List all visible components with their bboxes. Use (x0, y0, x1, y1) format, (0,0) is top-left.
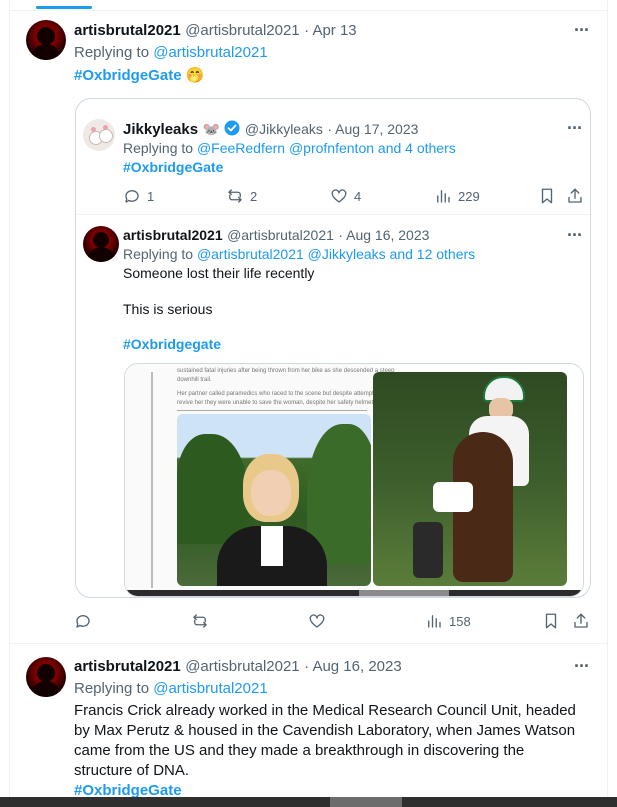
page-scrollbar[interactable] (0, 797, 617, 807)
photo-right[interactable] (373, 372, 567, 586)
tweet-text-line: by Max Perutz & housed in the Cavendish … (74, 722, 576, 739)
thread-line-top (36, 6, 92, 9)
more-icon[interactable]: ··· (574, 656, 590, 677)
timestamp[interactable]: · Apr 13 (304, 22, 357, 39)
like-icon (309, 614, 325, 628)
hashtag-link[interactable]: #OxbridgeGate (74, 67, 182, 84)
reply-icon (125, 190, 139, 203)
replying-prefix: Replying to (123, 246, 194, 262)
verified-icon (224, 120, 240, 141)
views-icon (437, 190, 450, 203)
like-button[interactable]: 4 (330, 187, 361, 205)
views-button[interactable]: 158 (425, 612, 471, 630)
photo-left[interactable]: sustained fatal injuries after being thr… (125, 364, 394, 596)
repost-icon (228, 189, 242, 203)
replying-prefix: Replying to (123, 140, 194, 156)
graduate-photo (177, 414, 371, 586)
emoji: 🤭 (185, 67, 205, 84)
repost-button[interactable] (191, 612, 209, 630)
reply-button[interactable] (74, 612, 92, 630)
avatar[interactable] (26, 20, 66, 60)
handle[interactable]: @Jikkyleaks (245, 121, 323, 137)
image-text: downhill trail. (177, 377, 212, 383)
tweet-text-line: structure of DNA. (74, 762, 190, 779)
bookmark-icon (541, 188, 553, 204)
avatar[interactable] (26, 657, 66, 697)
view-count: 158 (449, 613, 471, 629)
display-name[interactable]: artisbrutal2021 (74, 658, 181, 675)
image-text: revive her they were unable to save the … (177, 400, 375, 406)
reply-icon (76, 615, 90, 628)
bookmark-button[interactable] (538, 187, 556, 205)
like-count: 4 (354, 188, 362, 204)
image-text: sustained fatal injuries after being thr… (177, 368, 395, 374)
hashtag-link[interactable]: #OxbridgeGate (123, 159, 223, 175)
repost-icon (193, 614, 207, 628)
avatar[interactable] (83, 119, 115, 151)
divider (9, 643, 608, 644)
tweet-text-line: Someone lost their life recently (123, 265, 315, 281)
timestamp[interactable]: · Aug 16, 2023 (304, 658, 402, 675)
handle[interactable]: @artisbrutal2021 (185, 22, 299, 39)
display-name[interactable]: Jikkyleaks (123, 121, 198, 138)
replying-to-link[interactable]: @artisbrutal2021 (153, 44, 267, 61)
handle[interactable]: @artisbrutal2021 (185, 658, 299, 675)
divider (76, 214, 590, 215)
views-icon (428, 615, 441, 628)
display-name[interactable]: artisbrutal2021 (123, 227, 223, 243)
hashtag-link[interactable]: #Oxbridgegate (123, 336, 221, 352)
tweet-text-line: Francis Crick already worked in the Medi… (74, 702, 576, 719)
repost-count: 2 (250, 188, 258, 204)
reply-button[interactable]: 1 (123, 187, 154, 205)
bookmark-button[interactable] (542, 612, 560, 630)
more-icon[interactable]: ··· (567, 225, 583, 246)
like-button[interactable] (308, 612, 326, 630)
replying-to-link[interactable]: @FeeRedfern @profnfenton and 4 others (197, 140, 456, 156)
name-emoji: 🐭 (202, 121, 220, 137)
replying-to-link[interactable]: @artisbrutal2021 (153, 680, 267, 697)
replying-to-link[interactable]: @artisbrutal2021 @Jikkyleaks and 12 othe… (197, 246, 475, 262)
more-icon[interactable]: ··· (574, 20, 590, 41)
handle[interactable]: @artisbrutal2021 (227, 227, 334, 243)
quoted-tweet-card[interactable]: Jikkyleaks 🐭 @Jikkyleaks · Aug 17, 2023 … (75, 98, 591, 598)
attached-media[interactable]: sustained fatal injuries after being thr… (124, 363, 584, 597)
avatar[interactable] (83, 226, 119, 262)
timestamp[interactable]: · Aug 17, 2023 (327, 121, 418, 137)
tweet-text-line: This is serious (123, 301, 213, 317)
top-divider (9, 10, 608, 11)
bookmark-icon (545, 613, 557, 629)
share-button[interactable] (566, 187, 584, 205)
share-icon (568, 188, 582, 203)
views-button[interactable]: 229 (434, 187, 480, 205)
reply-count: 1 (147, 188, 155, 204)
timestamp[interactable]: · Aug 16, 2023 (338, 227, 429, 243)
replying-prefix: Replying to (74, 44, 150, 61)
tweet-text-line: came from the US and they made a breakth… (74, 742, 525, 759)
repost-button[interactable]: 2 (226, 187, 257, 205)
more-icon[interactable]: ··· (567, 118, 583, 139)
view-count: 229 (458, 188, 480, 204)
replying-prefix: Replying to (74, 680, 150, 697)
share-button[interactable] (572, 612, 590, 630)
image-text: Her partner called paramedics who raced … (177, 391, 384, 397)
media-scrollbar[interactable] (125, 590, 583, 596)
like-icon (331, 189, 347, 203)
display-name[interactable]: artisbrutal2021 (74, 22, 181, 39)
share-icon (574, 613, 588, 628)
